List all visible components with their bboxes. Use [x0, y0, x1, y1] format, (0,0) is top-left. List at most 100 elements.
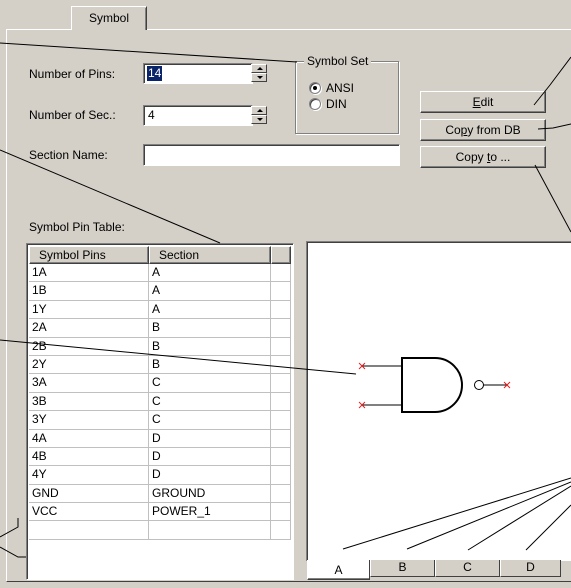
cell-symbol-pin[interactable]: 4A — [29, 429, 149, 447]
table-row[interactable]: 2Y B — [29, 355, 291, 375]
cell-section[interactable]: A — [149, 282, 271, 300]
column-header-symbol-pins[interactable]: Symbol Pins — [29, 246, 149, 264]
cell-empty — [271, 503, 291, 521]
pin-table[interactable]: Symbol Pins Section 1A A 1B A 1Y A 2A B 2B B 2Y B 3A… — [26, 243, 294, 580]
copy-from-db-pre: Co — [445, 123, 461, 137]
cell-empty — [271, 392, 291, 411]
edit-button-label: dit — [480, 95, 494, 109]
cell-symbol-pin[interactable]: 1B — [29, 282, 149, 300]
edit-button-accel: E — [472, 95, 481, 109]
section-tab-a[interactable]: A — [307, 560, 370, 580]
cell-section[interactable]: D — [149, 466, 271, 484]
nand-gate-icon — [358, 357, 511, 413]
cell-symbol-pin[interactable]: 1A — [29, 264, 149, 282]
cell-section[interactable] — [149, 521, 271, 539]
cell-empty — [271, 319, 291, 337]
symbol-set-title: Symbol Set — [304, 54, 372, 68]
table-row[interactable]: 2B B — [29, 337, 291, 356]
cell-symbol-pin[interactable]: 3A — [29, 374, 149, 392]
table-row[interactable]: 1B A — [29, 282, 291, 301]
cell-symbol-pin[interactable]: 2A — [29, 319, 149, 337]
cell-empty — [271, 300, 291, 319]
radio-unchecked-icon[interactable] — [309, 98, 321, 110]
cell-section[interactable]: D — [149, 429, 271, 447]
table-row[interactable]: 1A A — [29, 264, 291, 283]
spin-down-icon[interactable] — [251, 115, 267, 124]
cell-section[interactable]: POWER_1 — [149, 503, 271, 521]
radio-din[interactable]: DIN — [309, 97, 347, 111]
cell-symbol-pin[interactable]: VCC — [29, 503, 149, 521]
pins-value: 14 — [147, 66, 163, 81]
section-tab-c[interactable]: C — [435, 560, 500, 577]
table-row[interactable]: 3B C — [29, 392, 291, 412]
cell-section[interactable]: D — [149, 447, 271, 466]
table-row[interactable]: 4B D — [29, 447, 291, 467]
spin-up-icon[interactable] — [251, 106, 267, 115]
column-header-section[interactable]: Section — [149, 246, 271, 264]
radio-ansi[interactable]: ANSI — [309, 81, 354, 95]
cell-symbol-pin[interactable]: 2B — [29, 337, 149, 355]
pins-label: Number of Pins: — [29, 67, 116, 81]
symbol-dialog: Symbol Number of Pins: 14 Number of Sec.… — [0, 0, 571, 588]
sections-spinner[interactable] — [251, 106, 267, 124]
cell-symbol-pin[interactable] — [29, 521, 149, 539]
cell-symbol-pin[interactable]: 3B — [29, 392, 149, 411]
sections-label: Number of Sec.: — [29, 108, 116, 122]
cell-empty — [271, 484, 291, 503]
symbol-preview — [306, 241, 571, 561]
table-row[interactable]: 4Y D — [29, 466, 291, 485]
cell-empty — [271, 466, 291, 484]
sections-value: 4 — [148, 108, 155, 122]
table-row[interactable]: 4A D — [29, 429, 291, 448]
pin-table-body: 1A A 1B A 1Y A 2A B 2B B 2Y B 3A C 3B C 3Y C 4A D 4B D 4Y D GND G… — [29, 264, 291, 540]
table-row[interactable]: 1Y A — [29, 300, 291, 320]
cell-section[interactable]: GROUND — [149, 484, 271, 503]
sections-input[interactable]: 4 — [143, 105, 253, 126]
table-row[interactable]: 3Y C — [29, 411, 291, 430]
cell-symbol-pin[interactable]: 4B — [29, 447, 149, 466]
pins-spinner[interactable] — [251, 64, 267, 82]
cell-empty — [271, 282, 291, 300]
cell-symbol-pin[interactable]: 2Y — [29, 355, 149, 374]
section-tab-b[interactable]: B — [370, 560, 435, 577]
cell-empty — [271, 411, 291, 429]
table-row[interactable]: GND GROUND — [29, 484, 291, 504]
table-row[interactable] — [29, 521, 291, 540]
cell-section[interactable]: B — [149, 355, 271, 374]
cell-section[interactable]: C — [149, 374, 271, 392]
radio-ansi-label: ANSI — [326, 81, 355, 95]
radio-din-label: DIN — [326, 97, 347, 111]
edit-button[interactable]: Edit — [420, 91, 546, 113]
cell-symbol-pin[interactable]: GND — [29, 484, 149, 503]
cell-section[interactable]: A — [149, 264, 271, 282]
spin-down-icon[interactable] — [251, 73, 267, 82]
spin-up-icon[interactable] — [251, 64, 267, 73]
cell-section[interactable]: C — [149, 411, 271, 429]
section-name-input[interactable] — [143, 144, 400, 166]
section-tabs: A B C D — [307, 560, 571, 582]
copy-to-button[interactable]: Copy to ... — [420, 146, 546, 168]
table-row[interactable]: 2A B — [29, 319, 291, 338]
cell-section[interactable]: A — [149, 300, 271, 319]
table-row[interactable]: VCC POWER_1 — [29, 503, 291, 522]
cell-symbol-pin[interactable]: 4Y — [29, 466, 149, 484]
cell-section[interactable]: B — [149, 337, 271, 355]
cell-empty — [271, 429, 291, 447]
cell-empty — [271, 355, 291, 374]
cell-empty — [271, 264, 291, 282]
cell-symbol-pin[interactable]: 3Y — [29, 411, 149, 429]
pin-table-label: Symbol Pin Table: — [29, 220, 125, 234]
copy-to-label: o ... — [490, 150, 511, 164]
copy-from-db-button[interactable]: Copy from DB — [420, 119, 546, 141]
cell-empty — [271, 374, 291, 392]
table-row[interactable]: 3A C — [29, 374, 291, 393]
pin-table-header: Symbol Pins Section — [29, 246, 291, 264]
section-tab-d[interactable]: D — [500, 560, 561, 577]
radio-checked-icon[interactable] — [309, 82, 321, 94]
cell-section[interactable]: B — [149, 319, 271, 337]
tab-symbol[interactable]: Symbol — [71, 6, 147, 30]
pins-input[interactable]: 14 — [143, 63, 253, 84]
cell-section[interactable]: C — [149, 392, 271, 411]
cell-symbol-pin[interactable]: 1Y — [29, 300, 149, 319]
cell-empty — [271, 521, 291, 539]
